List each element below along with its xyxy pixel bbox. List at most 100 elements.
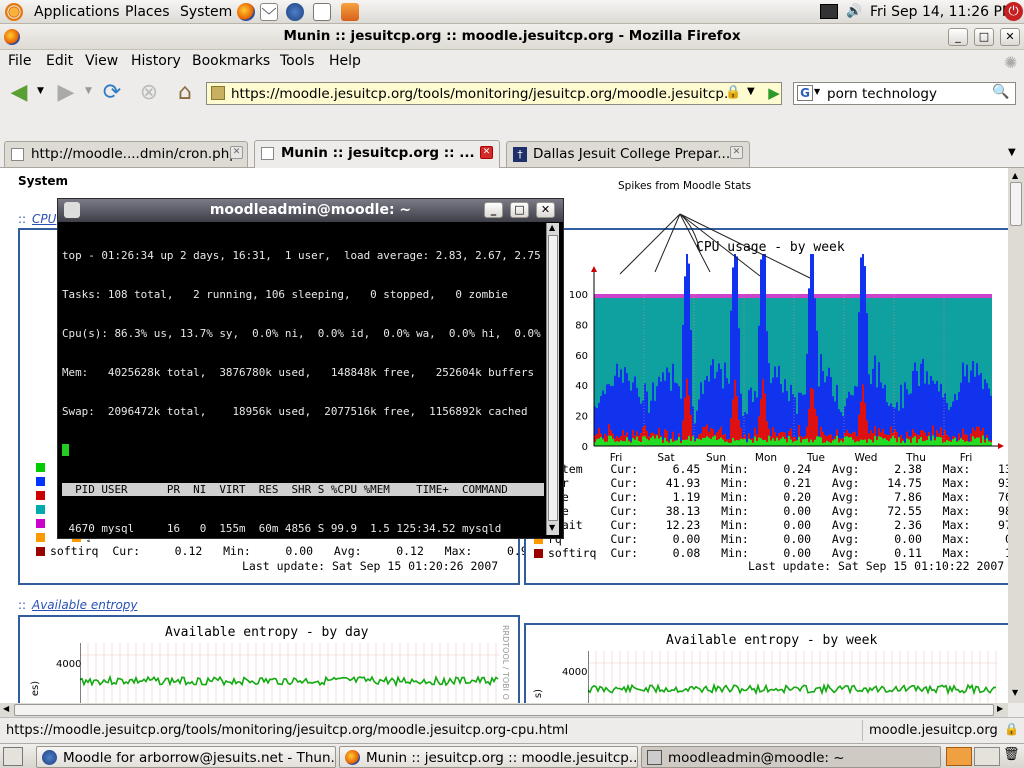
power-icon[interactable]: ⏻ (1004, 2, 1023, 21)
tab-cron[interactable]: http://moodle....dmin/cron.php (4, 141, 248, 167)
search-bar[interactable]: G ▼ porn technology 🔍 (793, 82, 1016, 105)
close-active-tab-button[interactable]: ✕ (480, 146, 493, 159)
entropy-link[interactable]: Available entropy (32, 598, 138, 612)
reload-button[interactable]: ⟳ (98, 79, 126, 107)
user-bar (652, 382, 654, 433)
tab-list-dropdown[interactable]: ▼ (1008, 147, 1016, 158)
page-horizontal-scrollbar[interactable]: ◀ ▶ (0, 703, 1008, 717)
system-bar (834, 439, 836, 446)
applications-menu[interactable]: Applications (34, 4, 120, 20)
terminal-titlebar[interactable]: moodleadmin@moodle: ~ _ □ ✕ (58, 199, 563, 222)
nice-bar (944, 430, 946, 443)
places-menu[interactable]: Places (125, 4, 170, 20)
nice-bar (790, 428, 792, 440)
mail-launcher-icon[interactable] (260, 3, 278, 21)
go-button[interactable]: ▶ (762, 82, 786, 105)
lock-icon[interactable]: 🔒 (725, 85, 741, 100)
taskbar-thunderbird[interactable]: Moodle for arborrow@jesuits.net - Thun..… (36, 746, 336, 768)
menu-view[interactable]: View (85, 53, 118, 69)
forward-history-dropdown[interactable]: ▼ (85, 86, 92, 96)
terminal-close-button[interactable]: ✕ (536, 202, 555, 218)
system-menu[interactable]: System (180, 4, 232, 20)
show-desktop-button[interactable] (3, 747, 23, 766)
scroll-thumb[interactable] (14, 704, 994, 716)
terminal-scrollbar[interactable]: ▲ ▼ (546, 223, 559, 535)
clock[interactable]: Fri Sep 14, 11:26 PM (870, 4, 1014, 20)
tab-dallas-jesuit[interactable]: † Dallas Jesuit College Prepar... (506, 141, 750, 167)
back-button[interactable]: ◀ (5, 79, 33, 107)
user-bar (822, 371, 824, 432)
gnome-foot-icon[interactable] (5, 3, 23, 21)
firefox-launcher-icon[interactable] (237, 3, 255, 21)
terminal-minimize-button[interactable]: _ (484, 202, 503, 218)
user-bar (728, 383, 730, 439)
url-dropdown[interactable]: ▼ (747, 86, 755, 97)
user-bar (862, 254, 864, 385)
legend-min-word: Min: (700, 504, 749, 518)
page-vertical-scrollbar[interactable]: ▲ ▼ (1008, 168, 1024, 703)
network-monitor-icon[interactable] (820, 4, 838, 19)
menu-file[interactable]: File (8, 53, 31, 69)
taskbar-firefox[interactable]: Munin :: jesuitcp.org :: moodle.jesuitcp… (339, 746, 638, 768)
menu-edit[interactable]: Edit (46, 53, 73, 69)
menu-tools[interactable]: Tools (280, 53, 315, 69)
system-bar (818, 436, 820, 446)
nice-bar (840, 438, 842, 441)
legend-avg: 0.12 (361, 544, 424, 558)
notes-launcher-icon[interactable] (313, 3, 331, 21)
user-bar (634, 376, 636, 436)
home-button[interactable]: ⌂ (171, 79, 199, 107)
menu-help[interactable]: Help (329, 53, 361, 69)
nice-bar (722, 434, 724, 440)
secure-lock-icon[interactable]: 🔒 (1004, 722, 1019, 736)
terminal-output[interactable]: top - 01:26:34 up 2 days, 16:31, 1 user,… (62, 223, 544, 535)
system-bar (700, 439, 702, 446)
close-window-button[interactable]: ✕ (1000, 28, 1020, 46)
url-bar[interactable]: https://moodle.jesuitcp.org/tools/monito… (206, 82, 782, 105)
search-engine-dropdown[interactable]: ▼ (814, 87, 820, 96)
nice-bar (712, 428, 714, 437)
close-tab-button[interactable]: ✕ (230, 146, 243, 159)
user-bar (706, 375, 708, 425)
stop-button[interactable]: ⊗ (135, 79, 163, 107)
user-bar (790, 384, 792, 429)
nice-bar (988, 440, 990, 442)
legend-swatch (36, 491, 45, 500)
terminal-icon[interactable] (64, 202, 80, 218)
user-bar (882, 388, 884, 429)
system-bar (666, 441, 668, 446)
cpu-link[interactable]: CPU (32, 212, 56, 226)
back-history-dropdown[interactable]: ▼ (37, 86, 44, 96)
terminal-scroll-thumb[interactable] (548, 235, 558, 521)
legend-swatch (36, 463, 45, 472)
terminal-maximize-button[interactable]: □ (510, 202, 529, 218)
tab-munin[interactable]: Munin :: jesuitcp.org :: ... (254, 140, 500, 168)
minimize-button[interactable]: _ (948, 28, 968, 46)
google-icon[interactable]: G (797, 85, 813, 101)
terminal-window[interactable]: moodleadmin@moodle: ~ _ □ ✕ top - 01:26:… (57, 198, 564, 539)
system-bar (628, 441, 630, 446)
scroll-thumb[interactable] (1010, 182, 1022, 226)
volume-icon[interactable]: 🔊 (846, 4, 862, 19)
maximize-button[interactable]: □ (974, 28, 994, 46)
menu-history[interactable]: History (131, 53, 181, 69)
user-bar (832, 396, 834, 440)
close-tab-button[interactable]: ✕ (730, 146, 743, 159)
user-bar (900, 384, 902, 435)
workspace-switcher-2[interactable] (974, 747, 1000, 766)
forward-button[interactable]: ▶ (52, 79, 80, 107)
workspace-switcher-1[interactable] (946, 747, 972, 766)
user-bar (596, 408, 598, 434)
nice-bar (656, 434, 658, 436)
taskbar-terminal[interactable]: moodleadmin@moodle: ~ (641, 746, 941, 768)
system-bar (696, 438, 698, 446)
thunderbird-launcher-icon[interactable] (286, 3, 304, 21)
remote-launcher-icon[interactable] (341, 3, 359, 21)
menu-bookmarks[interactable]: Bookmarks (192, 53, 270, 69)
legend-cur-word: Cur: (610, 462, 639, 476)
user-bar (818, 386, 820, 437)
search-icon[interactable]: 🔍 (992, 84, 1009, 100)
user-bar (730, 310, 732, 419)
trash-icon[interactable]: 🗑 (1003, 747, 1021, 766)
nice-bar (700, 433, 702, 440)
